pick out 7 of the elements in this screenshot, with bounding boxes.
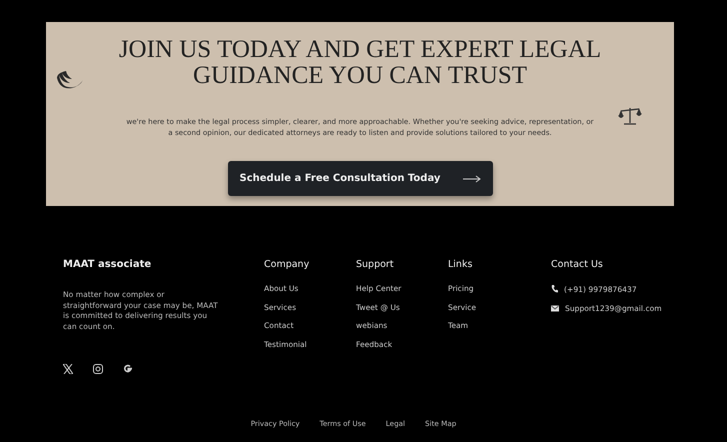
column-heading: Company	[264, 259, 310, 270]
brand-name: MAAT associate	[63, 259, 152, 270]
column-heading: Contact Us	[551, 259, 604, 270]
column-heading: Support	[356, 259, 395, 270]
banner-heading: JOIN US TODAY AND GET EXPERT LEGAL GUIDANCE YOU CAN TRUST	[118, 37, 602, 89]
consultation-button[interactable]: Schedule a Free Consultation Today	[228, 161, 492, 196]
column-heading: Links	[448, 259, 474, 270]
